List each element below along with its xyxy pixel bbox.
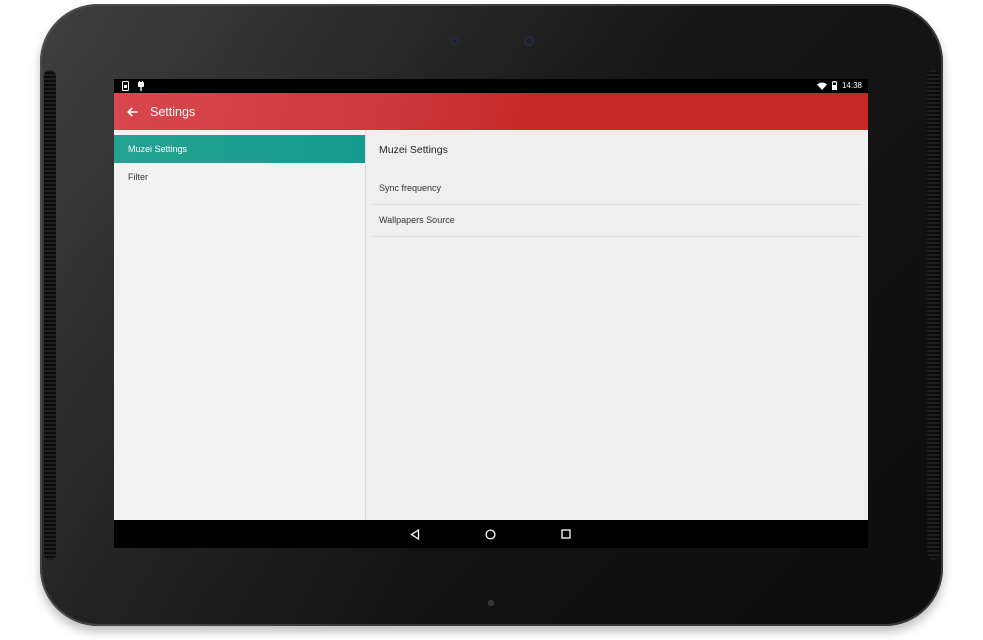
app-toolbar: Settings bbox=[114, 93, 868, 130]
detail-pane: Muzei Settings Sync frequency Wallpapers… bbox=[366, 130, 868, 520]
back-icon bbox=[410, 528, 420, 540]
notification-led bbox=[488, 600, 494, 606]
header-item-label: Muzei Settings bbox=[128, 144, 188, 154]
battery-icon bbox=[831, 81, 837, 90]
navigation-bar bbox=[114, 520, 868, 548]
wifi-icon bbox=[816, 82, 827, 90]
nav-home-button[interactable] bbox=[481, 525, 499, 543]
light-sensor bbox=[451, 37, 459, 45]
header-item-muzei-settings[interactable]: Muzei Settings bbox=[114, 135, 365, 163]
detail-title: Muzei Settings bbox=[379, 144, 448, 156]
status-left-icons bbox=[122, 81, 145, 91]
arrow-back-icon bbox=[126, 106, 137, 117]
headers-pane: Muzei Settings Filter bbox=[114, 130, 366, 520]
home-icon bbox=[484, 528, 496, 540]
pref-label: Wallpapers Source bbox=[379, 215, 455, 225]
header-item-label: Filter bbox=[128, 172, 148, 182]
nav-recents-button[interactable] bbox=[557, 525, 575, 543]
status-time: 14:38 bbox=[841, 81, 862, 90]
sim-card-icon bbox=[122, 81, 129, 91]
right-speaker-grill bbox=[927, 70, 939, 560]
pref-wallpapers-source[interactable]: Wallpapers Source bbox=[372, 205, 862, 237]
front-camera-icon bbox=[524, 36, 534, 46]
nav-back-button[interactable] bbox=[406, 525, 424, 543]
left-speaker-grill bbox=[44, 70, 56, 560]
status-bar: 14:38 bbox=[114, 79, 868, 93]
settings-content: Muzei Settings Filter Muzei Settings Syn… bbox=[114, 130, 868, 520]
usb-plug-icon bbox=[138, 81, 144, 91]
pref-sync-frequency[interactable]: Sync frequency bbox=[372, 173, 862, 205]
pref-label: Sync frequency bbox=[379, 183, 442, 193]
toolbar-title: Settings bbox=[150, 104, 196, 119]
recents-icon bbox=[561, 529, 571, 539]
device-screen: 14:38 Settings Muzei Settings Filter Muz… bbox=[114, 79, 868, 548]
header-item-filter[interactable]: Filter bbox=[114, 163, 365, 191]
back-arrow-button[interactable] bbox=[123, 103, 141, 121]
status-right-icons: 14:38 bbox=[816, 81, 862, 90]
